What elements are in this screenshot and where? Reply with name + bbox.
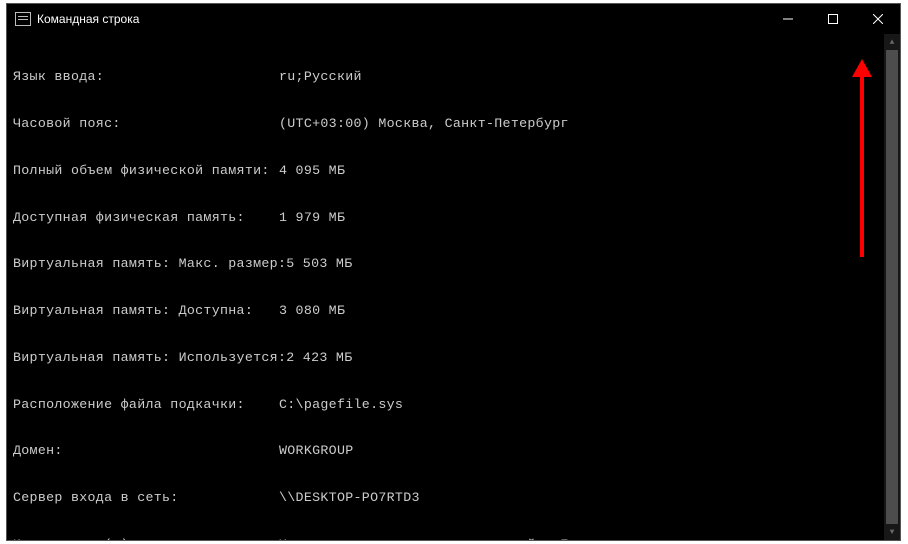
cmd-icon: [15, 12, 31, 26]
terminal-output[interactable]: Язык ввода:ru;Русский Часовой пояс:(UTC+…: [7, 34, 884, 540]
scroll-up-button[interactable]: ▲: [884, 34, 900, 50]
close-button[interactable]: [855, 4, 900, 34]
row-vmem-avail: Виртуальная память: Доступна:3 080 МБ: [13, 303, 884, 319]
row-input-lang: Язык ввода:ru;Русский: [13, 69, 884, 85]
row-phys-total: Полный объем физической памяти:4 095 МБ: [13, 163, 884, 179]
minimize-button[interactable]: [765, 4, 810, 34]
row-domain: Домен:WORKGROUP: [13, 443, 884, 459]
row-phys-avail: Доступная физическая память:1 979 МБ: [13, 210, 884, 226]
scroll-thumb[interactable]: [886, 50, 898, 524]
window-title: Командная строка: [37, 12, 139, 26]
row-pagefile: Расположение файла подкачки:C:\pagefile.…: [13, 397, 884, 413]
cmd-window: Командная строка Язык ввода:ru;Русский Ч…: [6, 3, 901, 541]
row-vmem-used: Виртуальная память: Используется:2 423 М…: [13, 350, 884, 366]
vertical-scrollbar[interactable]: ▲ ▼: [884, 34, 900, 540]
row-timezone: Часовой пояс:(UTC+03:00) Москва, Санкт-П…: [13, 116, 884, 132]
scroll-down-button[interactable]: ▼: [884, 524, 900, 540]
row-logon-server: Сервер входа в сеть:\\DESKTOP-PO7RTD3: [13, 490, 884, 506]
row-hotfix-header: Исправление(я):Число установленных испра…: [13, 537, 884, 540]
row-vmem-max: Виртуальная память: Макс. размер:5 503 М…: [13, 256, 884, 272]
titlebar[interactable]: Командная строка: [7, 4, 900, 34]
maximize-button[interactable]: [810, 4, 855, 34]
